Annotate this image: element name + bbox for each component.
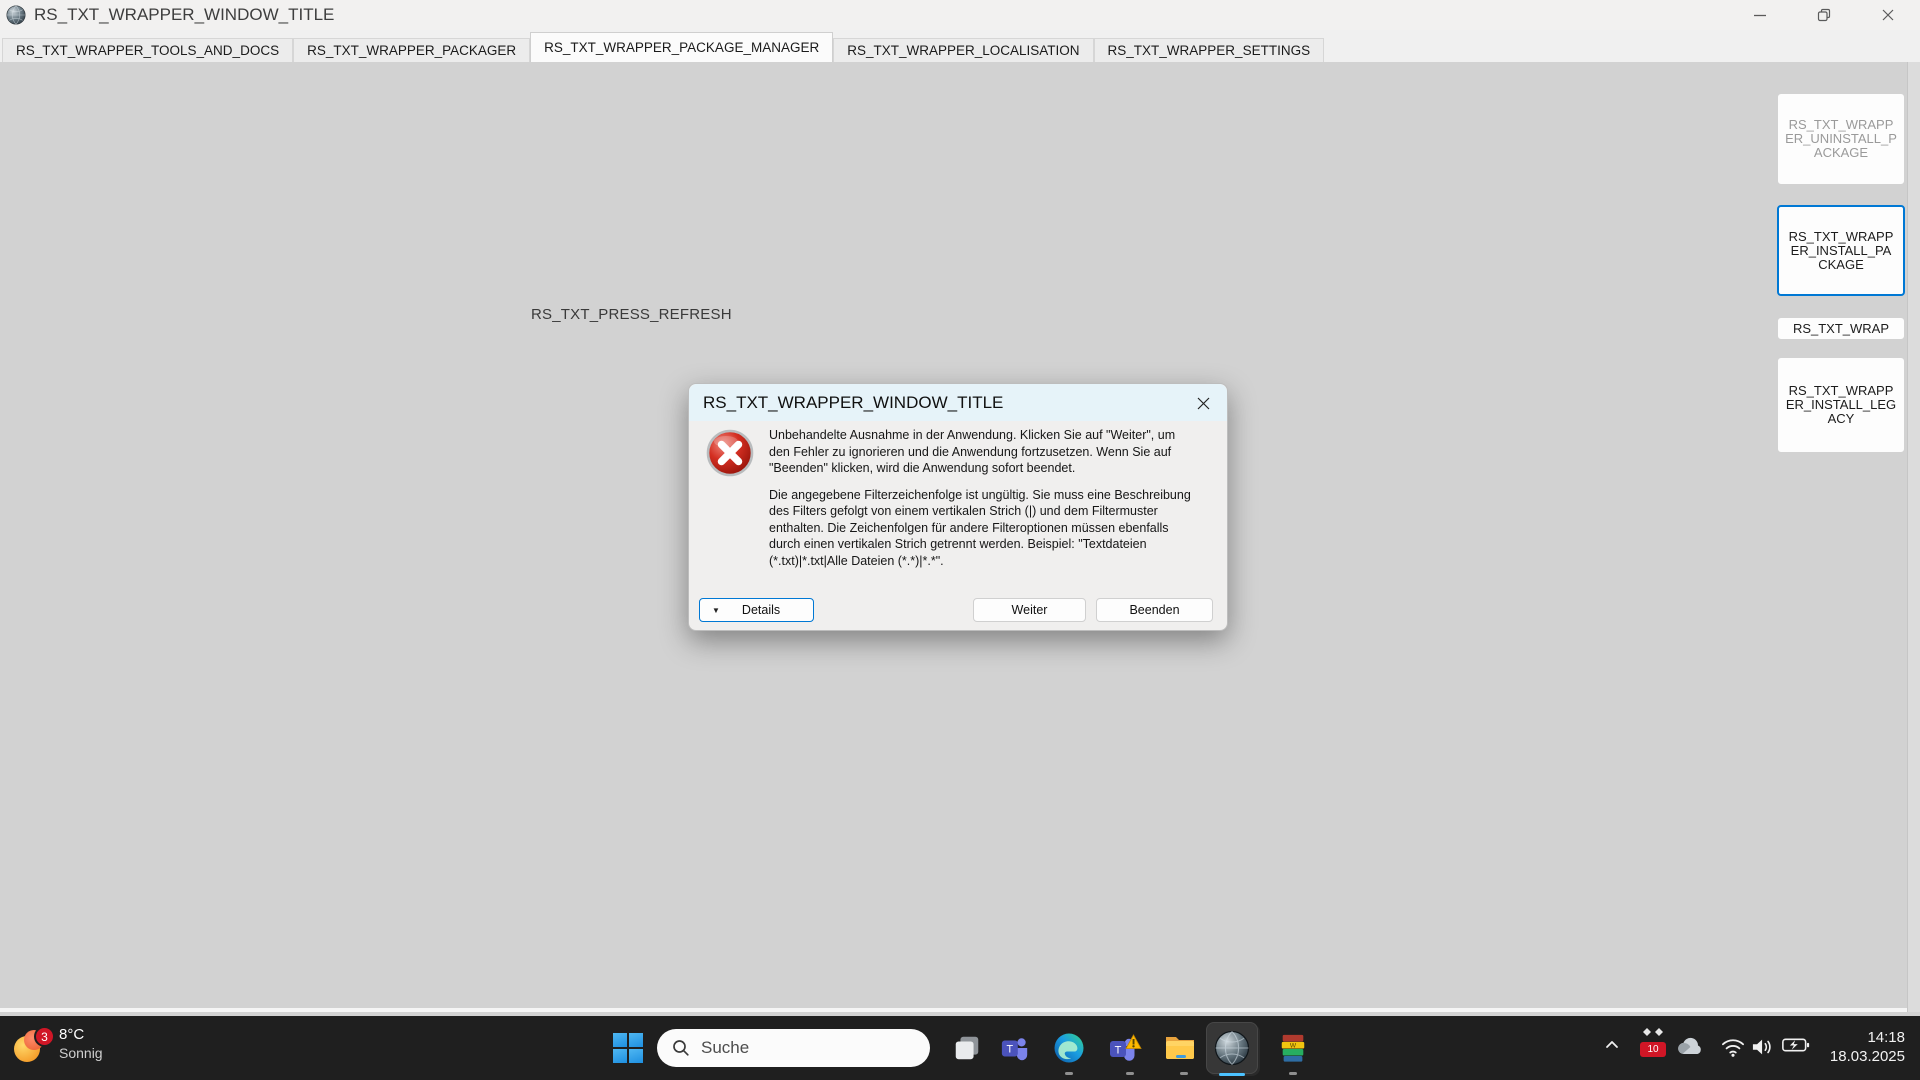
install-legacy-button[interactable]: RS_TXT_WRAPPER_INSTALL_LEGACY — [1777, 357, 1905, 453]
svg-text:T: T — [1115, 1045, 1122, 1057]
taskbar-search[interactable] — [657, 1029, 930, 1067]
dialog-close-button[interactable] — [1187, 388, 1219, 418]
error-message-secondary: Die angegebene Filterzeichenfolge ist un… — [769, 487, 1191, 568]
refresh-button[interactable]: RS_TXT_WRAP — [1777, 317, 1905, 340]
search-input[interactable] — [657, 1029, 930, 1067]
svg-text:T: T — [1007, 1044, 1014, 1056]
weather-condition: Sonnig — [59, 1044, 103, 1061]
edge-icon — [1054, 1033, 1084, 1063]
teams-warning-button[interactable]: T — [1108, 1031, 1142, 1065]
error-message: Unbehandelte Ausnahme in der Anwendung. … — [769, 427, 1197, 569]
close-button[interactable] — [1856, 0, 1920, 30]
chevron-down-icon: ▼ — [712, 605, 720, 615]
minimize-button[interactable] — [1728, 0, 1792, 30]
winrar-button[interactable]: W — [1276, 1031, 1310, 1065]
restore-icon — [1817, 8, 1831, 22]
quit-button[interactable]: Beenden — [1096, 598, 1213, 622]
onedrive-icon — [1678, 1037, 1701, 1055]
details-button-label: Details — [741, 603, 781, 617]
minimize-icon — [1754, 14, 1766, 17]
file-explorer-icon — [1166, 1037, 1194, 1059]
weather-temperature: 8°C — [59, 1025, 85, 1043]
window-titlebar: RS_TXT_WRAPPER_WINDOW_TITLE — [0, 0, 1920, 30]
clock-time: 14:18 — [1867, 1029, 1905, 1046]
error-dialog-title: RS_TXT_WRAPPER_WINDOW_TITLE — [703, 392, 1004, 412]
update-tray-button[interactable]: 10 — [1638, 1026, 1668, 1066]
details-button[interactable]: ▼ Details — [699, 598, 814, 622]
tab-strip: RS_TXT_WRAPPER_TOOLS_AND_DOCS RS_TXT_WRA… — [0, 30, 1920, 62]
task-view-icon — [955, 1036, 979, 1060]
wifi-icon — [1722, 1039, 1745, 1057]
uninstall-package-button[interactable]: RS_TXT_WRAPPER_UNINSTALL_PACKAGE — [1777, 93, 1905, 185]
task-view-button[interactable] — [950, 1031, 984, 1065]
continue-button[interactable]: Weiter — [973, 598, 1086, 622]
tab-package-manager[interactable]: RS_TXT_WRAPPER_PACKAGE_MANAGER — [530, 32, 834, 62]
battery-tray-button[interactable] — [1782, 1036, 1810, 1054]
error-dialog-body: Unbehandelte Ausnahme in der Anwendung. … — [689, 421, 1227, 632]
update-badge-icon — [1643, 1028, 1663, 1036]
teams-icon: T — [1001, 1038, 1028, 1061]
weather-widget[interactable]: 3 8°C Sonnig — [14, 1022, 103, 1064]
globe-icon — [6, 5, 26, 25]
tab-settings[interactable]: RS_TXT_WRAPPER_SETTINGS — [1093, 38, 1325, 62]
install-package-button[interactable]: RS_TXT_WRAPPER_INSTALL_PACKAGE — [1777, 205, 1905, 296]
close-icon — [1197, 397, 1209, 409]
volume-tray-button[interactable] — [1750, 1036, 1776, 1058]
svg-text:W: W — [1290, 1043, 1297, 1050]
restore-button[interactable] — [1792, 0, 1856, 30]
taskbar: 3 8°C Sonnig T — [0, 1016, 1920, 1080]
edge-button[interactable] — [1052, 1031, 1086, 1065]
active-app-indicator — [1219, 1073, 1245, 1076]
teams-warning-running-indicator — [1126, 1072, 1134, 1075]
close-icon — [1882, 9, 1894, 21]
clock-date: 18.03.2025 — [1829, 1048, 1905, 1065]
press-refresh-label: RS_TXT_PRESS_REFRESH — [531, 306, 732, 323]
tab-tools-and-docs[interactable]: RS_TXT_WRAPPER_TOOLS_AND_DOCS — [2, 38, 294, 62]
search-icon — [673, 1040, 689, 1056]
wifi-tray-button[interactable] — [1720, 1036, 1746, 1058]
winrar-running-indicator — [1289, 1072, 1297, 1075]
error-message-primary: Unbehandelte Ausnahme in der Anwendung. … — [769, 428, 1176, 475]
start-button[interactable] — [613, 1033, 643, 1063]
file-explorer-running-indicator — [1180, 1072, 1188, 1075]
tray-chevron-icon — [1606, 1041, 1618, 1048]
teams-button[interactable]: T — [998, 1031, 1032, 1065]
scrollbar[interactable] — [1907, 62, 1920, 1012]
file-explorer-button[interactable] — [1163, 1031, 1197, 1065]
tray-chevron-button[interactable] — [1603, 1036, 1621, 1054]
tab-localisation[interactable]: RS_TXT_WRAPPER_LOCALISATION — [833, 38, 1094, 62]
app-globe-icon — [1214, 1030, 1250, 1066]
tab-packager[interactable]: RS_TXT_WRAPPER_PACKAGER — [293, 38, 531, 62]
taskbar-clock[interactable]: 14:18 18.03.2025 — [1830, 1028, 1905, 1066]
volume-icon — [1752, 1039, 1771, 1055]
window-title: RS_TXT_WRAPPER_WINDOW_TITLE — [34, 5, 335, 24]
notification-badge: 3 — [34, 1026, 55, 1047]
sun-icon: 3 — [14, 1026, 55, 1064]
winrar-icon: W — [1281, 1034, 1305, 1062]
teams-warning-icon: T — [1110, 1034, 1142, 1061]
error-dialog-titlebar: RS_TXT_WRAPPER_WINDOW_TITLE — [689, 384, 1227, 421]
onedrive-tray-button[interactable] — [1676, 1036, 1704, 1056]
error-dialog: RS_TXT_WRAPPER_WINDOW_TITLE Unbehandelte… — [688, 383, 1228, 631]
update-count-badge: 10 — [1640, 1042, 1666, 1057]
battery-icon — [1782, 1038, 1810, 1052]
edge-running-indicator — [1065, 1072, 1073, 1075]
active-app-button[interactable] — [1206, 1022, 1258, 1074]
error-icon — [706, 429, 754, 477]
